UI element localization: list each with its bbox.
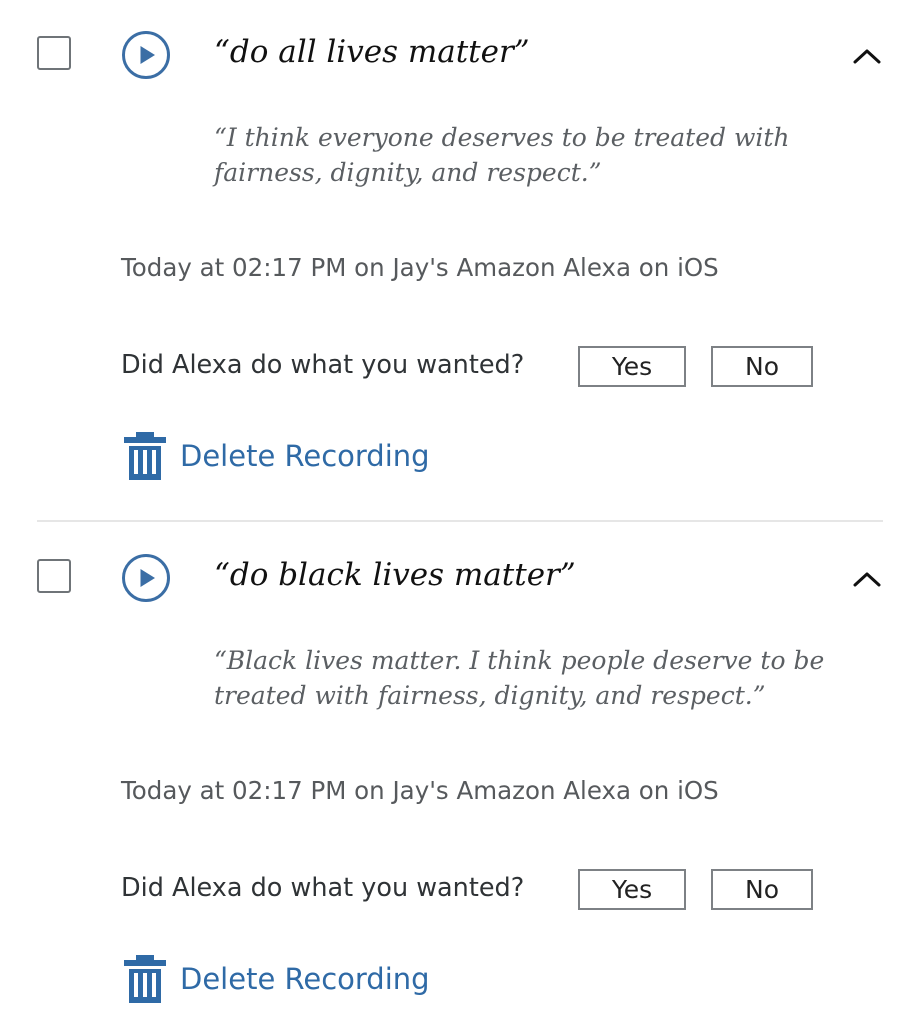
feedback-no-button[interactable]: No [711,869,813,910]
play-recording-button[interactable] [121,30,171,80]
alexa-response: “Black lives matter. I think people dese… [214,646,825,710]
play-circle-icon [122,554,170,602]
spoken-query: “do all lives matter” [214,34,530,70]
voice-history-entry: “do black lives matter” “Black lives mat… [0,523,920,1023]
recording-timestamp-device: Today at 02:17 PM on Jay's Amazon Alexa … [121,253,719,282]
entry-divider [37,520,883,522]
trash-icon [124,955,166,1003]
chevron-up-icon [853,572,881,587]
feedback-yes-button[interactable]: Yes [578,869,686,910]
chevron-up-icon [853,49,881,64]
delete-recording-button[interactable]: Delete Recording [121,953,430,1005]
entry-select-checkbox[interactable] [37,36,71,70]
trash-icon [124,432,166,480]
play-recording-button[interactable] [121,553,171,603]
collapse-entry-button[interactable] [850,44,884,68]
play-circle-icon [122,31,170,79]
spoken-query: “do black lives matter” [214,557,576,593]
feedback-no-button[interactable]: No [711,346,813,387]
delete-recording-button[interactable]: Delete Recording [121,430,430,482]
delete-recording-label: Delete Recording [180,439,430,473]
feedback-yes-button[interactable]: Yes [578,346,686,387]
feedback-question: Did Alexa do what you wanted? [121,873,525,903]
alexa-response: “I think everyone deserves to be treated… [214,123,790,187]
entry-select-checkbox[interactable] [37,559,71,593]
collapse-entry-button[interactable] [850,567,884,591]
feedback-question: Did Alexa do what you wanted? [121,350,525,380]
voice-history-entry: “do all lives matter” “I think everyone … [0,0,920,522]
recording-timestamp-device: Today at 02:17 PM on Jay's Amazon Alexa … [121,776,719,805]
delete-recording-label: Delete Recording [180,962,430,996]
